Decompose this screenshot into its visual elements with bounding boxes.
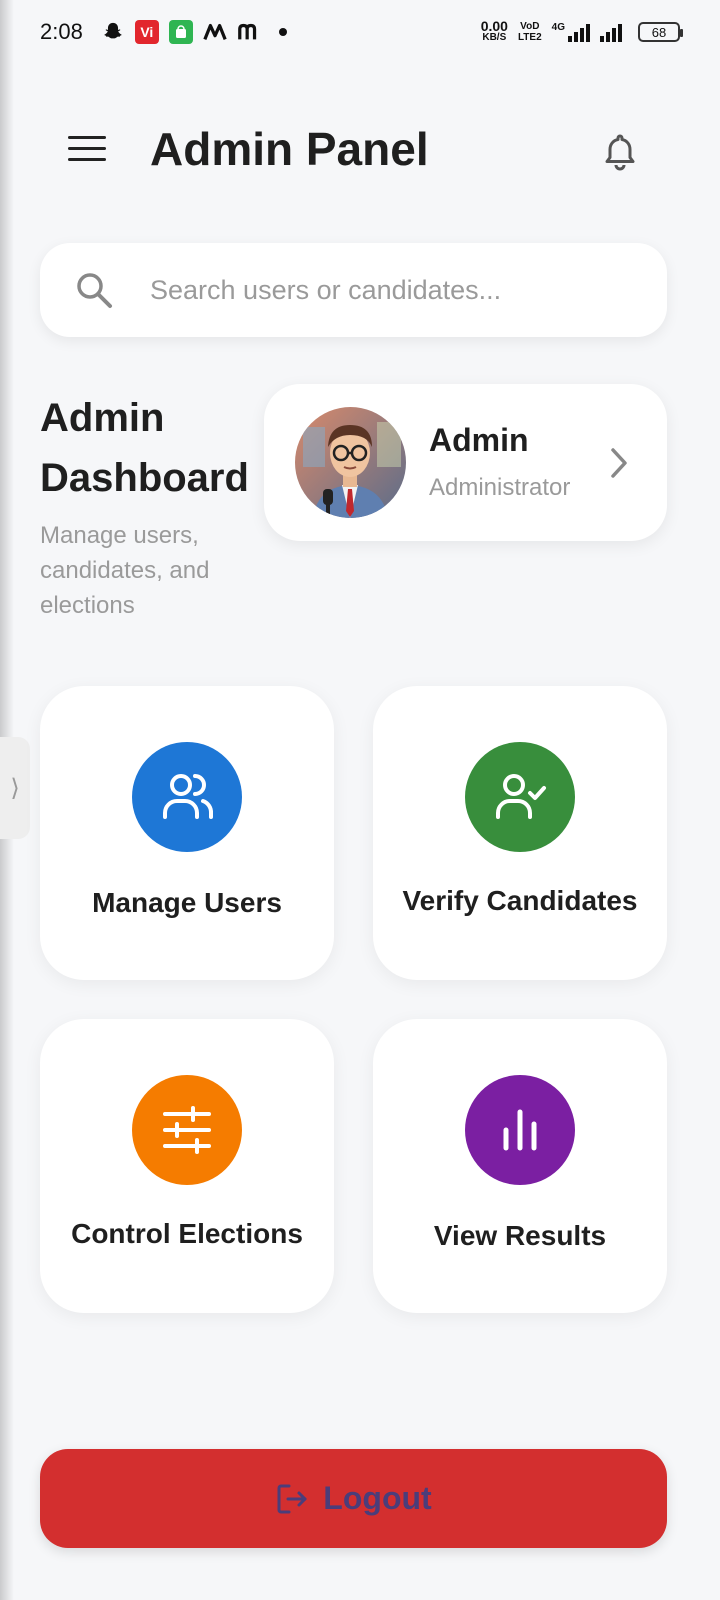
page-title: Admin Panel (150, 123, 429, 175)
side-panel-handle[interactable]: ⟩ (0, 737, 30, 839)
vi-icon: Vi (134, 20, 159, 44)
bar-chart-icon (465, 1075, 575, 1185)
sliders-icon (132, 1075, 242, 1185)
menu-icon[interactable] (68, 136, 106, 166)
logout-button[interactable]: Logout (40, 1449, 667, 1548)
network-speed: 0.00 KB/S (480, 18, 508, 43)
more-notifications-dot (278, 28, 287, 36)
logout-label: Logout (323, 1480, 432, 1516)
status-bar: 2:08 Vi 0.00 KB/S VoD LTE2 4G 68 (0, 0, 720, 64)
app-header: Admin Panel (0, 112, 720, 192)
signal-icon (600, 22, 622, 42)
status-time: 2:08 (40, 19, 83, 44)
signal-4g-icon: 4G (552, 22, 590, 42)
avatar (295, 407, 406, 518)
dashboard-title: Admin Dashboard (40, 396, 249, 500)
notification-bell-icon[interactable] (598, 130, 642, 174)
logout-icon (275, 1482, 309, 1516)
status-right: 0.00 KB/S VoD LTE2 4G 68 (480, 18, 683, 43)
battery-icon: 68 (638, 22, 683, 42)
m-icon (237, 20, 261, 44)
search-icon (74, 270, 114, 310)
m-icon (203, 20, 227, 44)
search-bar (40, 243, 667, 337)
dashboard-subtitle: Manage users, candidates, and elections (40, 522, 210, 619)
profile-role: Administrator (429, 474, 571, 501)
snapchat-icon (101, 20, 125, 44)
manage-users-tile[interactable]: Manage Users (40, 686, 334, 980)
profile-card[interactable]: Admin Administrator (264, 384, 667, 541)
search-input[interactable] (150, 274, 620, 306)
verify-candidates-tile[interactable]: Verify Candidates (373, 686, 667, 980)
user-check-icon (465, 742, 575, 852)
view-results-tile[interactable]: View Results (373, 1019, 667, 1313)
chevron-right-icon: ⟩ (10, 774, 20, 802)
chevron-right-icon (607, 446, 631, 480)
tile-label: Manage Users (92, 887, 282, 918)
tile-label: Verify Candidates (402, 885, 638, 916)
profile-name: Admin (429, 422, 529, 458)
control-elections-tile[interactable]: Control Elections (40, 1019, 334, 1313)
tile-label: Control Elections (71, 1218, 303, 1249)
notification-icons: Vi (101, 20, 287, 44)
volte-indicator: VoD LTE2 (517, 21, 542, 43)
tile-label: View Results (433, 1220, 607, 1251)
users-icon (132, 742, 242, 852)
android-store-icon (168, 20, 193, 44)
